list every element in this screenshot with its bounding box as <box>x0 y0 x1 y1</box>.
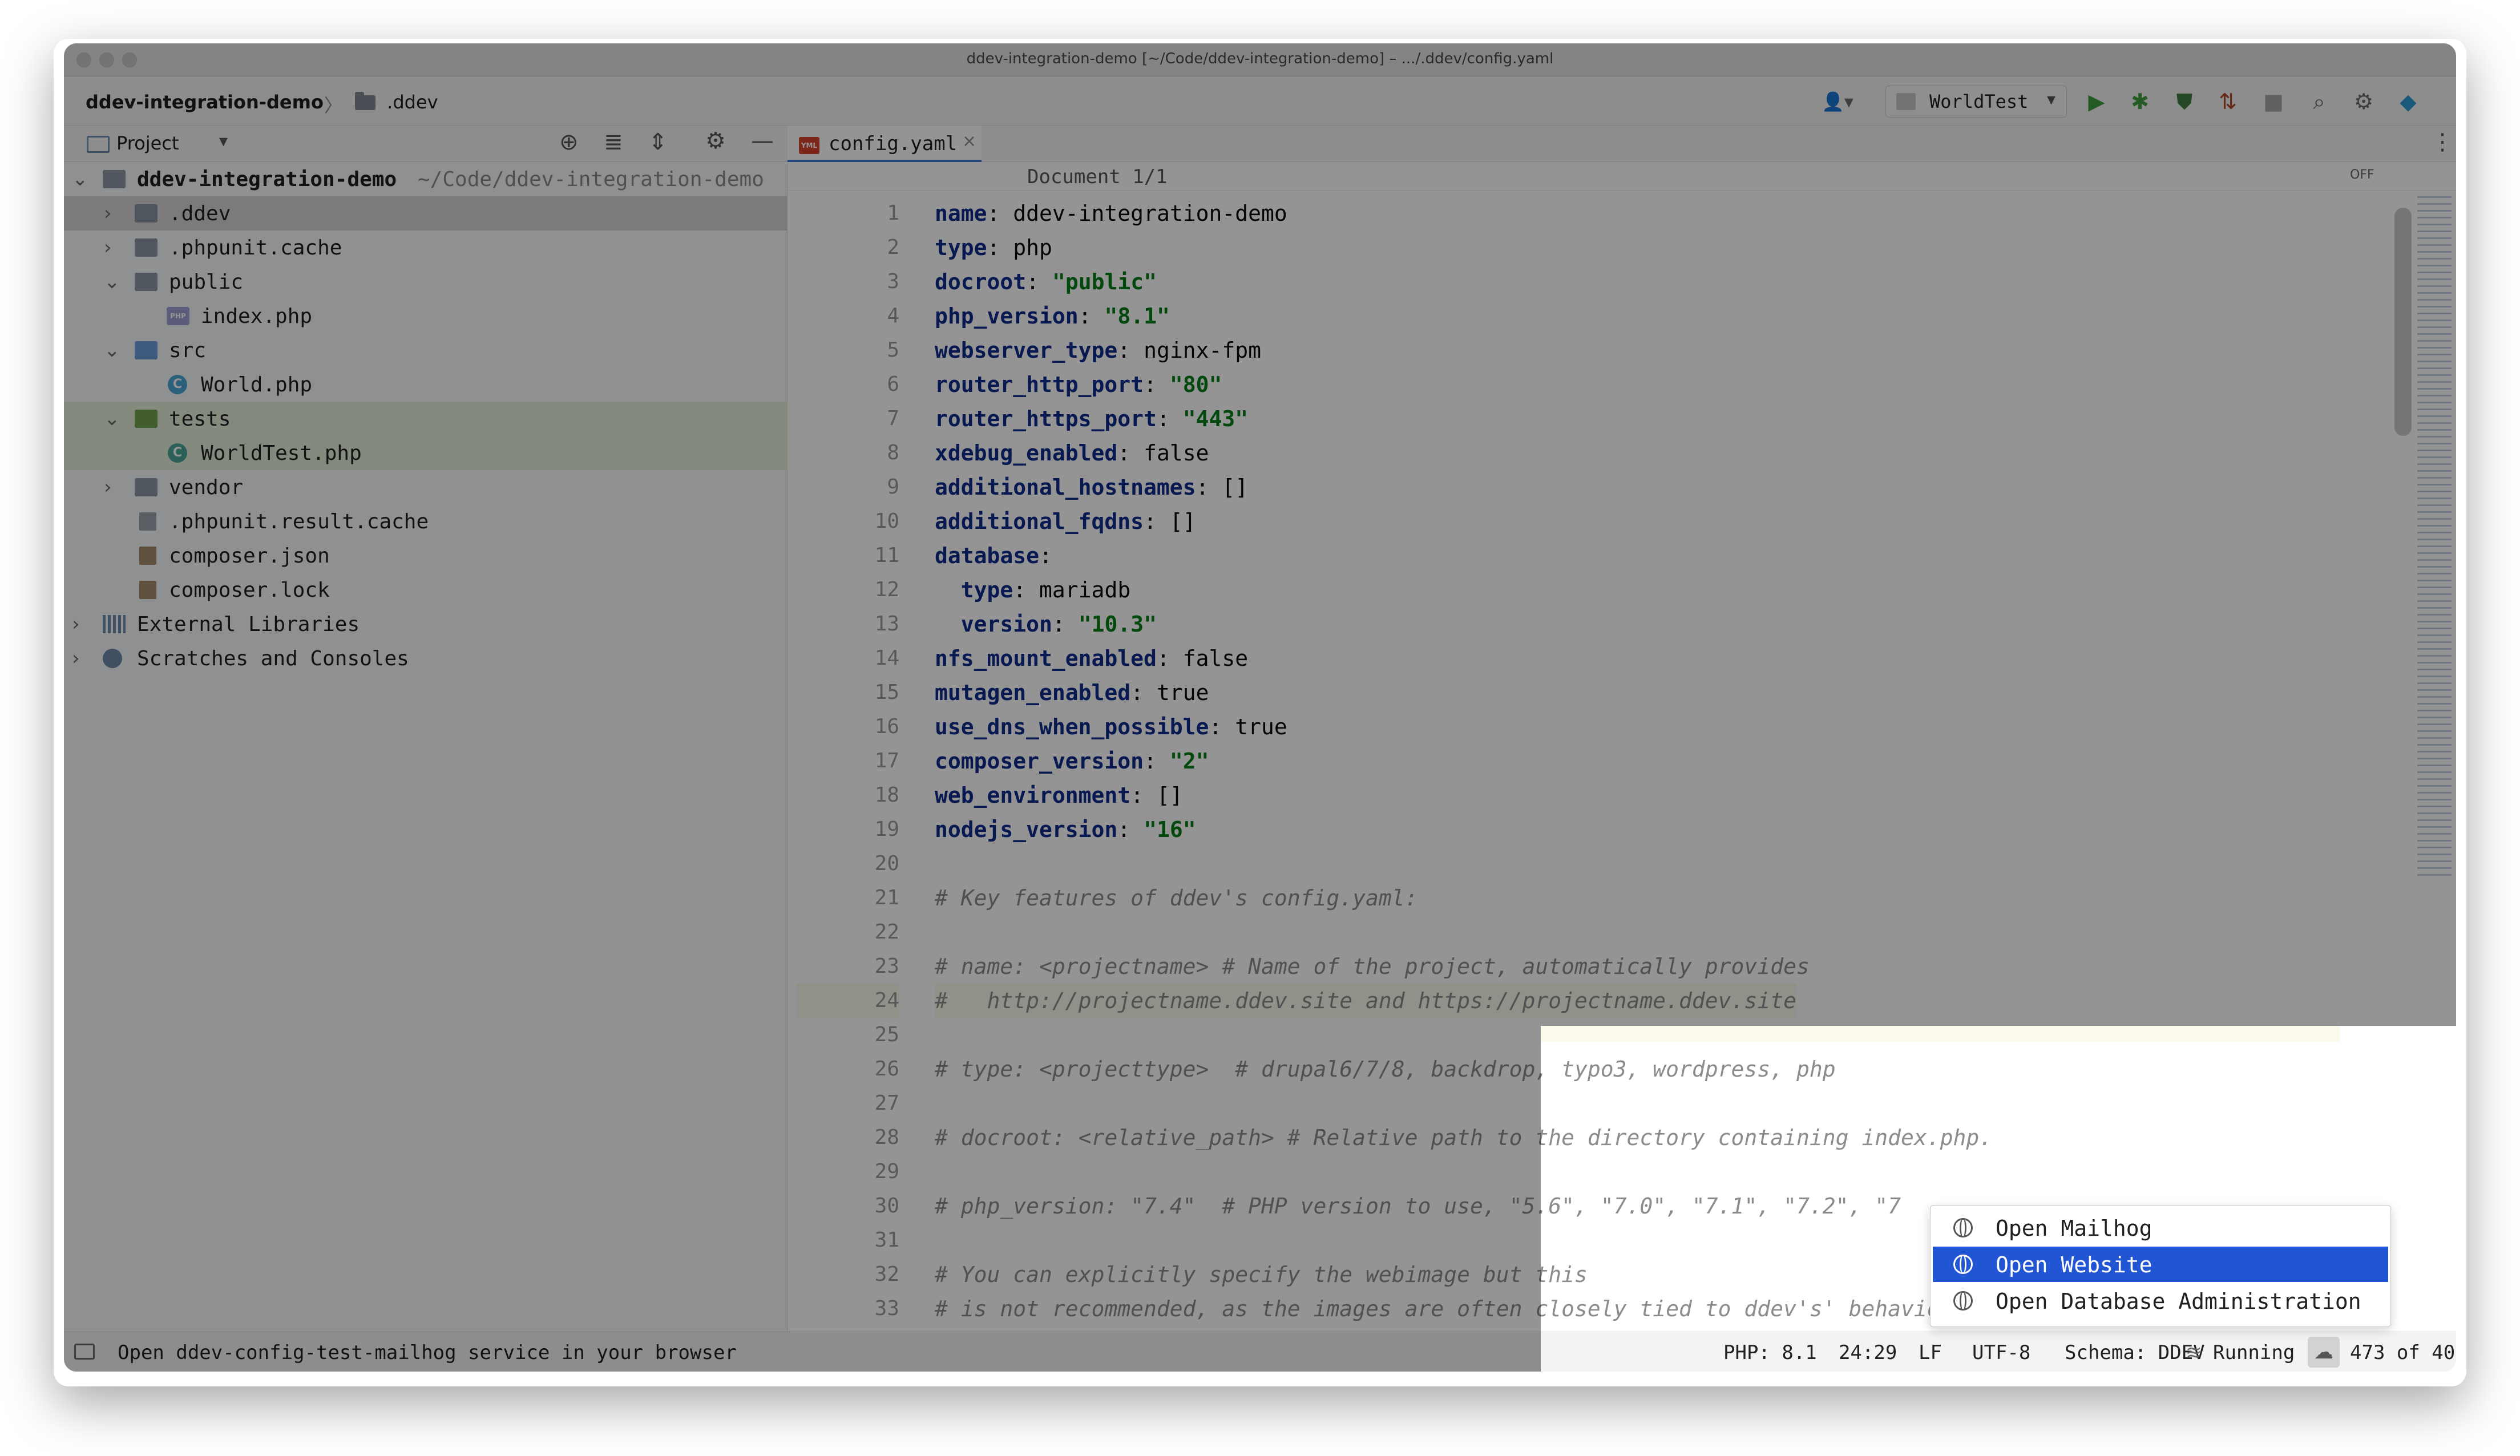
menu-item-label: Open Database Administration <box>1996 1289 2361 1314</box>
ide-window: ddev-integration-demo [~/Code/ddev-integ… <box>64 43 2456 1372</box>
globe-icon <box>1953 1218 1973 1237</box>
yaml-comment: # docroot: <relative_path> # Relative pa… <box>1541 1125 1993 1150</box>
status-bar-widgets: PHP: 8.1 24:29 LF UTF-8 Schema: DDEV ≋ R… <box>1541 1332 2456 1372</box>
menu-item-open-mailhog[interactable]: Open Mailhog <box>1933 1210 2388 1245</box>
php-version-widget[interactable]: PHP: 8.1 <box>1723 1341 1817 1364</box>
globe-icon <box>1953 1255 1973 1274</box>
schema-widget[interactable]: Schema: DDEV <box>2065 1341 2205 1364</box>
globe-icon <box>1953 1291 1973 1311</box>
memory-indicator[interactable]: 473 of 4096M <box>2350 1341 2456 1364</box>
line-separator-widget[interactable]: LF <box>1919 1341 1942 1364</box>
code-line: # docroot: <relative_path> # Relative pa… <box>1541 1121 1992 1155</box>
code-line: # is not recommended, as the images are … <box>1541 1292 1953 1326</box>
ddev-icon: ≋ <box>2186 1341 2202 1364</box>
menu-item-open-website[interactable]: Open Website <box>1933 1247 2388 1282</box>
yaml-comment: # You can explicitly specify the webimag… <box>1541 1262 1588 1287</box>
yaml-comment: # php_version: "7.4" # PHP version to us… <box>1541 1194 1901 1219</box>
code-line: # type: <projecttype> # drupal6/7/8, bac… <box>1541 1052 1836 1086</box>
menu-item-label: Open Mailhog <box>1996 1216 2152 1241</box>
encoding-widget[interactable]: UTF-8 <box>1972 1341 2030 1364</box>
yaml-comment: # type: <projecttype> # drupal6/7/8, bac… <box>1541 1057 1836 1082</box>
ddev-status-widget[interactable]: Running <box>2213 1341 2295 1364</box>
code-line: # php_version: "7.4" # PHP version to us… <box>1541 1189 1901 1223</box>
caret-position-widget[interactable]: 24:29 <box>1839 1341 1897 1364</box>
menu-item-open-database-administration[interactable]: Open Database Administration <box>1933 1283 2388 1319</box>
yaml-comment: # is not recommended, as the images are … <box>1541 1296 1953 1321</box>
cloud-gear-icon[interactable]: ☁ <box>2308 1337 2340 1368</box>
ddev-services-menu: Open Mailhog Open Website Open Database … <box>1930 1205 2391 1327</box>
code-line: # You can explicitly specify the webimag… <box>1541 1257 1588 1292</box>
menu-item-label: Open Website <box>1996 1252 2152 1277</box>
